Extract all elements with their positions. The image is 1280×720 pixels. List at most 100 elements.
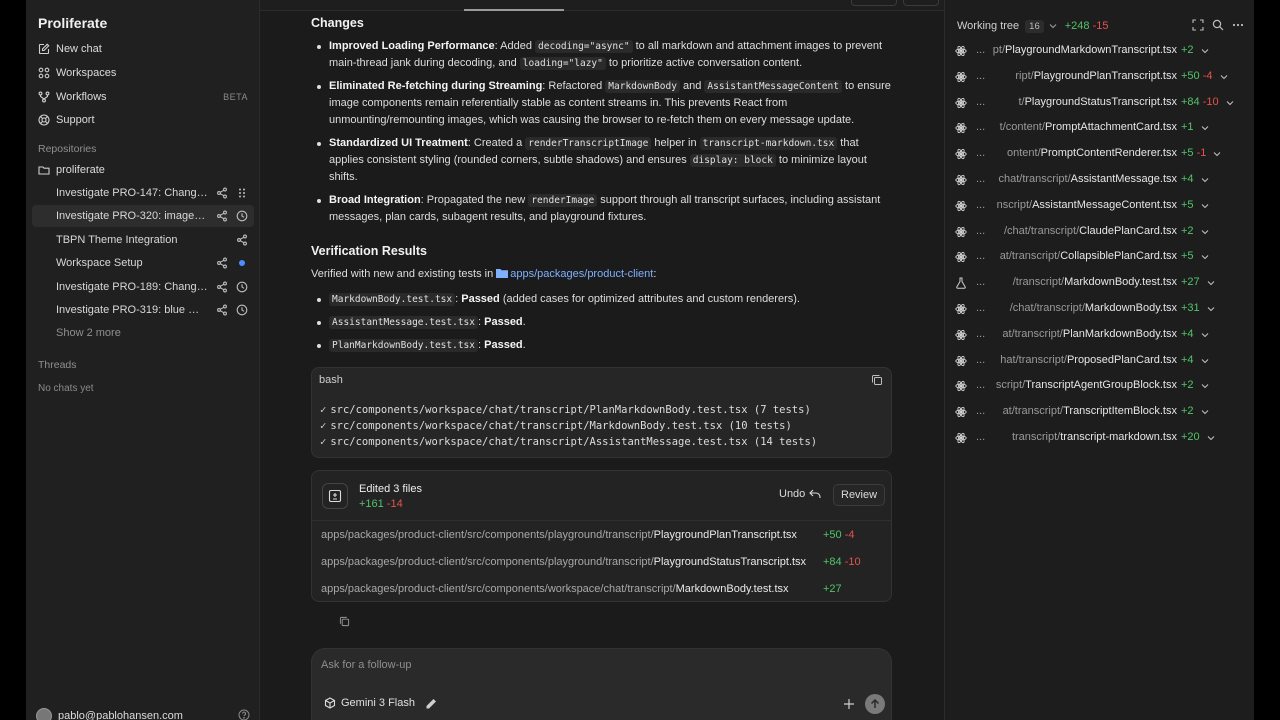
working-tree-file-row[interactable]: ... at/transcript/CollapsiblePlanCard.tsx…	[945, 246, 1254, 268]
working-tree-file-row[interactable]: ... ript/PlaygroundPlanTranscript.tsx +50 …	[945, 66, 1254, 88]
working-tree-file-row[interactable]: ... ontent/PromptContentRenderer.tsx +5 -1	[945, 143, 1254, 165]
plus-icon[interactable]	[842, 697, 856, 711]
file-name: PlanMarkdownBody.tsx	[1062, 327, 1177, 340]
added-count: +161	[359, 498, 384, 510]
model-selector[interactable]: Gemini 3 Flash	[324, 697, 415, 709]
file-stats: +4	[1181, 354, 1194, 366]
chevron-down-icon[interactable]	[1201, 176, 1209, 184]
toolbar-button[interactable]	[851, 0, 897, 6]
file-dir: /chat/transcript/	[1009, 302, 1085, 314]
working-tree-file-row[interactable]: ... chat/transcript/AssistantMessage.tsx +…	[945, 169, 1254, 191]
working-tree-file-row[interactable]: ... at/transcript/PlanMarkdownBody.tsx +4	[945, 324, 1254, 346]
chevron-down-icon[interactable]	[1226, 99, 1234, 107]
file-dir: /transcript/	[1012, 276, 1065, 289]
chevron-down-icon[interactable]	[1201, 253, 1209, 261]
chevron-down-icon[interactable]	[1207, 434, 1215, 442]
file-path: ript/PlaygroundPlanTranscript.tsx	[1015, 70, 1177, 82]
branch-item[interactable]: Investigate PRO-189: Changes ...	[32, 276, 254, 298]
more-icon[interactable]	[1232, 19, 1244, 31]
send-button[interactable]	[865, 694, 885, 714]
chevron-down-icon[interactable]	[1220, 73, 1228, 81]
working-tree-file-row[interactable]: ... /chat/transcript/ClaudePlanCard.tsx +2	[945, 221, 1254, 243]
file-dir: chat/transcript/	[998, 173, 1071, 185]
chevron-down-icon[interactable]	[1201, 202, 1209, 210]
copy-icon[interactable]	[871, 374, 883, 386]
branch-item[interactable]: Investigate PRO-319: blue mar...	[32, 299, 254, 321]
edit-icon	[38, 43, 50, 55]
toolbar-button[interactable]	[903, 0, 939, 6]
working-tree-file-row[interactable]: ... transcript/transcript-markdown.tsx +20	[945, 427, 1254, 449]
ellipsis-text: ...	[976, 327, 986, 340]
file-path: at/transcript/TranscriptItemBlock.tsx	[1003, 405, 1177, 417]
threads-empty: No chats yet	[38, 383, 94, 394]
nav-new-chat[interactable]: New chat	[32, 38, 254, 60]
chevron-down-icon[interactable]	[1201, 357, 1209, 365]
edited-file-row[interactable]: apps/packages/product-client/src/compone…	[321, 525, 883, 545]
help-icon[interactable]	[238, 709, 250, 720]
working-tree-file-row[interactable]: ... /transcript/MarkdownBody.test.tsx +27	[945, 272, 1254, 294]
git-branch-icon	[237, 234, 247, 246]
file-path: t/content/PromptAttachmentCard.tsx	[1000, 121, 1177, 133]
chevron-down-icon[interactable]	[1201, 228, 1209, 236]
working-tree-file-row[interactable]: ... /chat/transcript/MarkdownBody.tsx +31	[945, 298, 1254, 320]
chevron-down-icon[interactable]	[1201, 382, 1209, 390]
working-tree-file-row[interactable]: ... nscript/AssistantMessageContent.tsx +5	[945, 195, 1254, 217]
chevron-down-icon[interactable]	[1201, 47, 1209, 55]
undo-icon	[809, 489, 821, 498]
expand-icon[interactable]	[1192, 19, 1204, 31]
list-item: Standardized UI Treatment: Created a ren…	[311, 135, 893, 186]
nav-support[interactable]: Support	[32, 109, 254, 131]
nav-workflows[interactable]: Workflows BETA	[32, 86, 254, 108]
ellipsis-text: ...	[976, 121, 986, 134]
edited-file-row[interactable]: apps/packages/product-client/src/compone…	[321, 579, 883, 599]
folder-link[interactable]: apps/packages/product-client	[496, 268, 653, 280]
undo-button[interactable]: Undo	[779, 488, 821, 500]
working-tree-file-row[interactable]: ... t/content/PromptAttachmentCard.tsx +1	[945, 117, 1254, 139]
show-more-link[interactable]: Show 2 more	[56, 327, 121, 339]
chevron-down-icon[interactable]	[1201, 331, 1209, 339]
drag-handle-icon[interactable]	[236, 187, 248, 199]
bash-line: ✓ src/components/workspace/chat/transcrip…	[320, 434, 817, 450]
branch-item[interactable]: Investigate PRO-147: Change i...	[32, 182, 254, 204]
chevron-down-icon[interactable]	[1207, 305, 1215, 313]
chevron-down-icon[interactable]	[1207, 279, 1215, 287]
repo-proliferate[interactable]: proliferate	[32, 160, 254, 180]
list-item: PlanMarkdownBody.test.tsx: Passed.	[311, 337, 893, 354]
follow-up-input[interactable]: Ask for a follow-up	[321, 659, 411, 671]
pencil-icon[interactable]	[425, 698, 437, 710]
added-count: +31	[1181, 302, 1200, 314]
working-tree-file-row[interactable]: ... script/TranscriptAgentGroupBlock.tsx +…	[945, 375, 1254, 397]
search-icon[interactable]	[1212, 19, 1224, 31]
chevron-down-icon[interactable]	[1213, 150, 1221, 158]
test-status: Passed	[484, 339, 523, 351]
file-dir: at/transcript/	[1002, 327, 1063, 340]
branch-item[interactable]: Workspace Setup	[32, 252, 254, 274]
chevron-down-icon[interactable]	[1049, 22, 1057, 30]
ellipsis-text: ...	[976, 198, 986, 211]
composer[interactable]: Ask for a follow-up Gemini 3 Flash	[311, 648, 892, 720]
ellipsis-text: ...	[976, 276, 986, 289]
nav-workspaces[interactable]: Workspaces	[32, 62, 254, 84]
working-tree-panel: Working tree 16 +248 -15 ... pt/Playgroun…	[944, 0, 1254, 720]
added-count: +4	[1181, 353, 1194, 366]
added-count: +2	[1181, 44, 1194, 56]
working-tree-file-row[interactable]: ... pt/PlaygroundMarkdownTranscript.tsx +2	[945, 40, 1254, 62]
review-button[interactable]: Review	[833, 484, 886, 506]
branch-item[interactable]: TBPN Theme Integration	[32, 229, 254, 251]
git-branch-icon	[217, 304, 227, 316]
chevron-down-icon[interactable]	[1201, 408, 1209, 416]
ellipsis-text: ...	[976, 405, 986, 418]
react-icon	[955, 226, 967, 238]
working-tree-file-row[interactable]: ... at/transcript/TranscriptItemBlock.tsx…	[945, 401, 1254, 423]
working-tree-file-row[interactable]: ... t/PlaygroundStatusTranscript.tsx +84 -…	[945, 92, 1254, 114]
ellipsis-text: ...	[976, 379, 986, 392]
working-tree-file-row[interactable]: ... hat/transcript/ProposedPlanCard.tsx +4	[945, 350, 1254, 372]
user-account[interactable]: pablo@pablohansen.com	[36, 706, 250, 720]
branch-item-active[interactable]: Investigate PRO-320: image lo...	[32, 205, 254, 227]
copy-message-icon[interactable]	[339, 616, 350, 627]
chevron-down-icon[interactable]	[1201, 124, 1209, 132]
edited-file-row[interactable]: apps/packages/product-client/src/compone…	[321, 552, 883, 572]
bullet-text: : Refactored	[542, 80, 606, 92]
branch-label: Investigate PRO-189: Changes ...	[56, 281, 208, 293]
file-stats: +31	[1181, 302, 1200, 314]
